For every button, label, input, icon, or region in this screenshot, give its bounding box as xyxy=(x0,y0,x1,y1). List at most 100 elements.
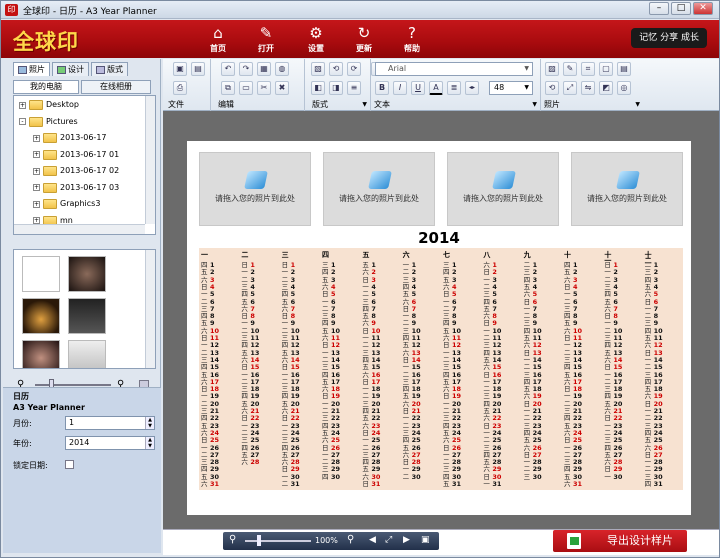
tree-node[interactable]: +2013-06-17 xyxy=(33,131,107,145)
expand-toggle-icon[interactable]: + xyxy=(19,101,26,109)
tree-vertical-scrollbar[interactable] xyxy=(145,96,155,224)
thumbnail[interactable] xyxy=(22,298,60,334)
photo-frame-icon[interactable]: ▢ xyxy=(599,62,613,76)
print-icon[interactable]: ⎙ xyxy=(173,81,187,95)
rotate-left-icon[interactable]: ⟲ xyxy=(329,62,343,76)
photo-fit-icon[interactable]: ⤢ xyxy=(563,81,577,95)
photo-gray-icon[interactable]: ▤ xyxy=(617,62,631,76)
expand-toggle-icon[interactable]: + xyxy=(33,134,40,142)
day-cell[interactable]: 六 31 xyxy=(201,480,237,488)
font-size-select[interactable]: 48 ▼ xyxy=(489,81,533,95)
photo-slot[interactable]: 请拖入您的照片到此处 xyxy=(571,152,683,226)
tree-node[interactable]: + Graphics3 xyxy=(33,197,100,211)
thumbs-scrollbar[interactable] xyxy=(145,250,155,368)
photo-add-icon[interactable]: ▨ xyxy=(545,62,559,76)
thumbnail[interactable] xyxy=(68,256,106,292)
thumbnail[interactable] xyxy=(22,340,60,368)
expand-toggle-icon[interactable]: + xyxy=(33,167,40,175)
photo-slot[interactable]: 请拖入您的照片到此处 xyxy=(447,152,559,226)
day-cell[interactable]: 日 31 xyxy=(362,480,398,488)
photo-slot[interactable]: 请拖入您的照片到此处 xyxy=(199,152,311,226)
photo-thumbnails[interactable] xyxy=(13,249,156,369)
zoom-slider[interactable] xyxy=(245,540,311,542)
subtab-online-album[interactable]: 在线相册 xyxy=(81,80,151,94)
paste-icon[interactable]: ▭ xyxy=(239,81,253,95)
thumbnail[interactable] xyxy=(68,340,106,368)
zoom-slider-handle[interactable] xyxy=(257,535,261,546)
day-cell[interactable]: 六 28 xyxy=(241,458,277,466)
next-page-icon[interactable]: ▶ xyxy=(403,535,410,545)
tree-horizontal-scrollbar[interactable] xyxy=(14,224,145,234)
tree-node[interactable]: + Desktop xyxy=(19,98,79,112)
nav-settings-button[interactable]: ⚙ 设置 xyxy=(293,22,339,56)
day-cell[interactable]: 四 31 xyxy=(645,480,681,488)
month-input[interactable]: 1 ▲ ▼ xyxy=(65,416,155,430)
italic-button[interactable]: I xyxy=(393,81,407,95)
day-cell[interactable]: 一 30 xyxy=(604,473,640,481)
delete-icon[interactable]: ✖ xyxy=(275,81,289,95)
tab-layout[interactable]: 版式 xyxy=(91,62,128,76)
zoom-out-icon[interactable]: ⚲ xyxy=(229,534,236,545)
minimize-button[interactable]: – xyxy=(649,2,669,15)
tree-node[interactable]: +2013-06-17 02 xyxy=(33,164,119,178)
font-family-select[interactable]: Arial ▼ xyxy=(375,62,533,76)
arrange-icon[interactable]: ▧ xyxy=(311,62,325,76)
month-column[interactable]: 七三 1 四 2 五 3 六 4 日 5 一 6 二 7 三 8 四 9 五 10 六 11 日 12 一 13 二 14 三 15 四 16… xyxy=(443,252,479,488)
photo-crop-icon[interactable]: ⌗ xyxy=(581,62,595,76)
photo-slot[interactable]: 请拖入您的照片到此处 xyxy=(323,152,435,226)
globe-icon[interactable]: ◍ xyxy=(275,62,289,76)
fullscreen-icon[interactable]: ▣ xyxy=(421,535,430,545)
month-spinner[interactable]: ▲ ▼ xyxy=(145,417,154,429)
subtab-my-computer[interactable]: 我的电脑 xyxy=(13,80,79,94)
prev-page-icon[interactable]: ◀ xyxy=(369,535,376,545)
group-layout-dropdown-icon[interactable]: ▼ xyxy=(362,101,367,108)
photo-flip-icon[interactable]: ⇋ xyxy=(581,81,595,95)
month-column[interactable]: 八六 1 日 2 一 3 二 4 三 5 四 6 五 7 六 8 日 9 一 10 二 11 三 12 四 13 五 14 六 15 日 16… xyxy=(483,252,519,488)
month-column[interactable]: 十四 1 五 2 六 3 日 4 一 5 二 6 三 7 四 8 五 9 六 10 日 11 一 12 二 13 三 14 四 15 五 16… xyxy=(564,252,600,488)
day-cell[interactable]: 四 30 xyxy=(322,473,358,481)
photo-rotate-icon[interactable]: ⟲ xyxy=(545,81,559,95)
tab-design[interactable]: 设计 xyxy=(52,62,89,76)
day-cell[interactable]: 六 31 xyxy=(564,480,600,488)
open-file-icon[interactable]: ▤ xyxy=(191,62,205,76)
align-text-icon[interactable]: ≣ xyxy=(447,81,461,95)
photo-edit-icon[interactable]: ✎ xyxy=(563,62,577,76)
day-cell[interactable]: 三 30 xyxy=(524,473,560,481)
year-input[interactable]: 2014 ▲ ▼ xyxy=(65,436,155,450)
tab-photos[interactable]: 照片 xyxy=(13,62,50,76)
align-icon[interactable]: ≡ xyxy=(347,81,361,95)
month-column[interactable]: 二日 1 一 2 二 3 三 4 四 5 五 6 六 7 日 8 一 9 二 10 三 11 四 12 五 13 六 14 日 15 一 16… xyxy=(241,252,277,480)
month-column[interactable]: 三日 1 一 2 二 3 三 4 四 5 五 6 六 7 日 8 一 9 二 10 三 11 四 12 五 13 六 14 日 15 一 16… xyxy=(282,252,318,488)
expand-toggle-icon[interactable]: + xyxy=(33,200,40,208)
day-cell[interactable]: 一 31 xyxy=(483,480,519,488)
nav-help-button[interactable]: ? 帮助 xyxy=(389,22,435,56)
nav-update-button[interactable]: ↻ 更新 xyxy=(341,22,387,56)
calendar-year[interactable]: 2014 xyxy=(187,229,691,247)
expand-toggle-icon[interactable]: + xyxy=(33,151,40,158)
thumbnail[interactable] xyxy=(22,256,60,292)
photo-fill-icon[interactable]: ◩ xyxy=(599,81,613,95)
thumb-zoom-slider[interactable] xyxy=(35,384,111,386)
text-color-button[interactable]: A xyxy=(429,81,443,95)
underline-button[interactable]: U xyxy=(411,81,425,95)
fit-page-icon[interactable]: ⤢ xyxy=(385,535,392,545)
undo-icon[interactable]: ↶ xyxy=(221,62,235,76)
tree-node[interactable]: - Pictures xyxy=(19,115,78,129)
month-column[interactable]: 九二 1 三 2 四 3 五 4 六 5 日 6 一 7 二 8 三 9 四 10 五 11 六 12 日 13 一 14 二 15 三 16… xyxy=(524,252,560,481)
calendar-page[interactable]: 请拖入您的照片到此处 请拖入您的照片到此处 请拖入您的照片到此处 请拖入您的照片… xyxy=(187,141,691,515)
year-spinner[interactable]: ▲ ▼ xyxy=(145,437,154,449)
maximize-button[interactable]: □ xyxy=(671,2,691,15)
month-column[interactable]: 十一日 1 一 2 二 3 三 4 四 5 五 6 六 7 日 8 一 9 二 10 三 11 四 12 五 13 六 14 日 15 一 1… xyxy=(604,252,640,481)
nav-open-button[interactable]: ✎ 打开 xyxy=(243,22,289,56)
close-button[interactable]: ✕ xyxy=(693,2,713,15)
group-photo-dropdown-icon[interactable]: ▼ xyxy=(635,101,640,108)
month-column[interactable]: 六一 1 二 2 三 3 四 4 五 5 六 6 日 7 一 8 二 9 三 10 四 11 五 12 六 13 日 14 一 15 二 16… xyxy=(403,252,439,481)
redo-icon[interactable]: ↷ xyxy=(239,62,253,76)
save-icon[interactable]: ▣ xyxy=(173,62,187,76)
month-column[interactable]: 四三 1 四 2 五 3 六 4 日 5 一 6 二 7 三 8 四 9 五 10 六 11 日 12 一 13 二 14 三 15 四 16… xyxy=(322,252,358,481)
day-cell[interactable]: 五 31 xyxy=(443,480,479,488)
rotate-right-icon[interactable]: ⟳ xyxy=(347,62,361,76)
lock-date-checkbox[interactable] xyxy=(65,460,74,469)
cut-icon[interactable]: ✂ xyxy=(257,81,271,95)
expand-toggle-icon[interactable]: + xyxy=(33,184,40,191)
